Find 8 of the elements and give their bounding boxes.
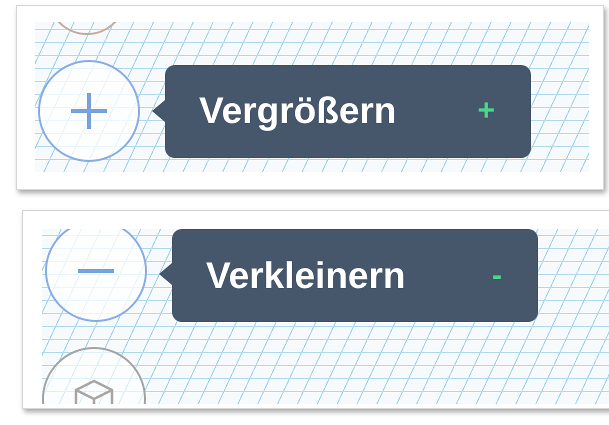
zoom-out-button[interactable] [45, 229, 147, 322]
shortcut-key: - [492, 258, 502, 292]
tooltip-label: Verkleinern [206, 254, 406, 296]
zoom-in-button[interactable] [38, 60, 140, 162]
minus-icon [76, 268, 116, 274]
tooltip-label: Vergrößern [199, 90, 396, 132]
plus-icon [69, 91, 109, 131]
shortcut-key: + [477, 94, 495, 128]
